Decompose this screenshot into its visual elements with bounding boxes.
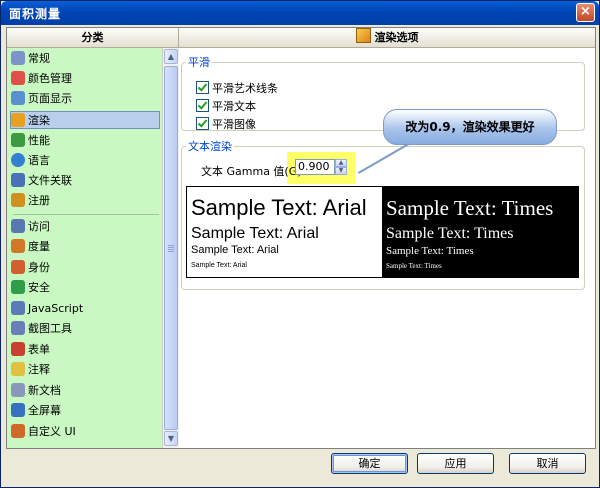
- sidebar-separator: [13, 214, 159, 215]
- sidebar-item-accessibility[interactable]: 访问: [11, 218, 160, 236]
- sidebar-item-page-display[interactable]: 页面显示: [11, 90, 160, 108]
- sidebar-item-registration[interactable]: 注册: [11, 192, 160, 210]
- panel-header: 渲染选项: [179, 28, 595, 48]
- sidebar-item-comments[interactable]: 注释: [11, 361, 160, 379]
- sidebar-item-javascript[interactable]: JavaScript: [11, 300, 160, 318]
- sidebar-item-custom-ui[interactable]: 自定义 UI: [11, 423, 160, 441]
- performance-icon: [11, 133, 25, 147]
- sample-arial-small: Sample Text: Arial: [191, 244, 279, 256]
- close-button[interactable]: ×: [576, 3, 595, 22]
- scroll-up-button[interactable]: ▲: [164, 49, 178, 64]
- sidebar-item-new-document[interactable]: 新文档: [11, 382, 160, 400]
- checkbox-checked-icon[interactable]: [196, 99, 209, 112]
- panel-title: 渲染选项: [374, 31, 419, 44]
- sidebar-item-language[interactable]: 语言: [11, 152, 160, 170]
- spin-down-button[interactable]: ▼: [335, 167, 347, 175]
- note-icon: [11, 362, 25, 376]
- checkbox-checked-icon[interactable]: [196, 81, 209, 94]
- chevron-down-icon: ▼: [167, 434, 175, 443]
- grip-line: [168, 245, 174, 246]
- full-screen-icon: [11, 403, 25, 417]
- smoothing-legend: 平滑: [188, 56, 210, 69]
- sample-arial-tiny: Sample Text: Arial: [191, 262, 247, 269]
- sample-arial-large: Sample Text: Arial: [191, 195, 367, 220]
- camera-icon: [11, 321, 25, 335]
- window-title: 面积测量: [9, 7, 62, 21]
- sidebar-item-identity[interactable]: 身份: [11, 259, 160, 277]
- chevron-up-icon: ▲: [338, 159, 344, 166]
- category-header: 分类: [7, 28, 179, 48]
- dialog-window: 面积测量 × 分类 渲染选项 常规 颜色管理 页面显示 渲染 性能 语言 文件关…: [0, 0, 600, 488]
- smooth-text-checkbox[interactable]: 平滑文本: [196, 99, 256, 115]
- grip-line: [168, 251, 174, 252]
- sample-text-preview: Sample Text: Arial Sample Text: Arial Sa…: [186, 186, 579, 278]
- grip-line: [168, 249, 174, 250]
- sample-arial-medium: Sample Text: Arial: [191, 225, 319, 242]
- callout-bubble: 改为0.9，渲染效果更好: [383, 109, 557, 145]
- sample-dark-panel: Sample Text: Times Sample Text: Times Sa…: [382, 187, 578, 277]
- sidebar-item-full-screen[interactable]: 全屏幕: [11, 402, 160, 420]
- title-bar[interactable]: 面积测量 ×: [1, 1, 599, 25]
- gamma-spinner[interactable]: ▲ ▼: [335, 159, 347, 175]
- sidebar-item-measurement[interactable]: 度量: [11, 238, 160, 256]
- apply-button[interactable]: 应用: [417, 453, 494, 474]
- smooth-images-checkbox[interactable]: 平滑图像: [196, 117, 256, 133]
- sidebar-item-performance[interactable]: 性能: [11, 132, 160, 150]
- sample-times-medium: Sample Text: Times: [386, 225, 514, 242]
- sidebar-item-rendering[interactable]: 渲染: [10, 111, 160, 129]
- sidebar-item-snapshot-tool[interactable]: 截图工具: [11, 320, 160, 338]
- sample-times-tiny: Sample Text: Times: [386, 262, 442, 270]
- shield-icon: [11, 280, 25, 294]
- globe-icon: [11, 153, 25, 167]
- registration-icon: [11, 193, 25, 207]
- sample-times-small: Sample Text: Times: [386, 245, 474, 257]
- form-icon: [11, 342, 25, 356]
- javascript-icon: [11, 301, 25, 315]
- scroll-down-button[interactable]: ▼: [164, 431, 178, 446]
- ok-button[interactable]: 确定: [331, 453, 408, 474]
- checkbox-checked-icon[interactable]: [196, 117, 209, 130]
- identity-icon: [11, 260, 25, 274]
- chevron-down-icon: ▼: [338, 167, 344, 174]
- sidebar-scrollbar[interactable]: ▲ ▼: [162, 48, 179, 448]
- scroll-thumb[interactable]: [164, 66, 178, 430]
- spin-up-button[interactable]: ▲: [335, 159, 347, 167]
- file-association-icon: [11, 173, 25, 187]
- text-render-legend: 文本渲染: [188, 140, 232, 153]
- sidebar-item-file-association[interactable]: 文件关联: [11, 172, 160, 190]
- custom-ui-icon: [11, 424, 25, 438]
- sample-times-large: Sample Text: Times: [386, 196, 554, 220]
- gamma-label: 文本 Gamma 值(G):: [201, 165, 306, 178]
- close-icon: ×: [580, 4, 591, 19]
- new-document-icon: [11, 383, 25, 397]
- cancel-button[interactable]: 取消: [509, 453, 586, 474]
- sidebar-item-general[interactable]: 常规: [11, 50, 160, 68]
- rendering-icon: [11, 113, 25, 127]
- page-display-icon: [11, 91, 25, 105]
- grip-line: [168, 247, 174, 248]
- accessibility-icon: [11, 219, 25, 233]
- sample-light-panel: Sample Text: Arial Sample Text: Arial Sa…: [187, 187, 382, 277]
- render-options-icon: [355, 28, 371, 43]
- gamma-input[interactable]: 0.900: [295, 159, 335, 175]
- sidebar-item-security[interactable]: 安全: [11, 279, 160, 297]
- chevron-up-icon: ▲: [167, 52, 175, 61]
- sidebar-item-forms[interactable]: 表单: [11, 341, 160, 359]
- sidebar-item-color-management[interactable]: 颜色管理: [11, 70, 160, 88]
- ruler-icon: [11, 239, 25, 253]
- color-management-icon: [11, 71, 25, 85]
- general-icon: [11, 51, 25, 65]
- smooth-line-art-checkbox[interactable]: 平滑艺术线条: [196, 81, 278, 97]
- category-list: 常规 颜色管理 页面显示 渲染 性能 语言 文件关联 注册 访问 度量 身份 安…: [7, 48, 162, 448]
